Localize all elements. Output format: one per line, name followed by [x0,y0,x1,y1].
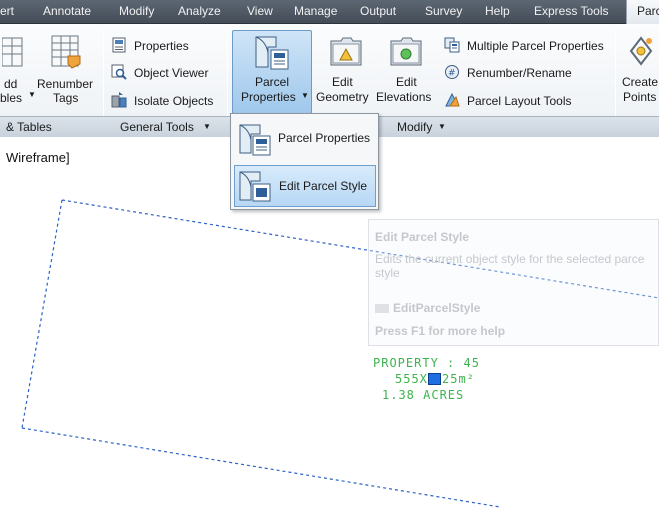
menu-item-parcel-properties[interactable]: Parcel Properties [234,118,376,160]
parcel-properties-dropdown: Parcel Properties Edit Parcel Style [230,113,379,210]
parcel-properties-icon [239,124,271,156]
menu-item-label: Edit Parcel Style [279,179,368,193]
tooltip-description: Edits the current object style for the s… [375,252,645,266]
edit-parcel-style-icon [239,171,271,202]
command-tooltip: Edit Parcel Style Edits the current obje… [368,219,659,346]
parcel-label-acres[interactable]: 1.38 ACRES [382,388,464,402]
parcel-label-area-b[interactable]: 25m² [442,372,475,386]
parcel-label-grip[interactable] [428,373,441,385]
tooltip-description-2: style [375,266,400,280]
menu-item-label: Parcel Properties [278,131,371,145]
parcel-label-name[interactable]: PROPERTY : 45 [373,356,480,370]
menu-item-edit-parcel-style[interactable]: Edit Parcel Style [234,165,376,207]
tooltip-title: Edit Parcel Style [375,230,470,244]
parcel-label-area-a[interactable]: 555X [395,372,428,386]
tooltip-help-hint: Press F1 for more help [375,324,506,338]
command-icon [375,304,389,313]
tooltip-command-name: EditParcelStyle [393,301,481,315]
